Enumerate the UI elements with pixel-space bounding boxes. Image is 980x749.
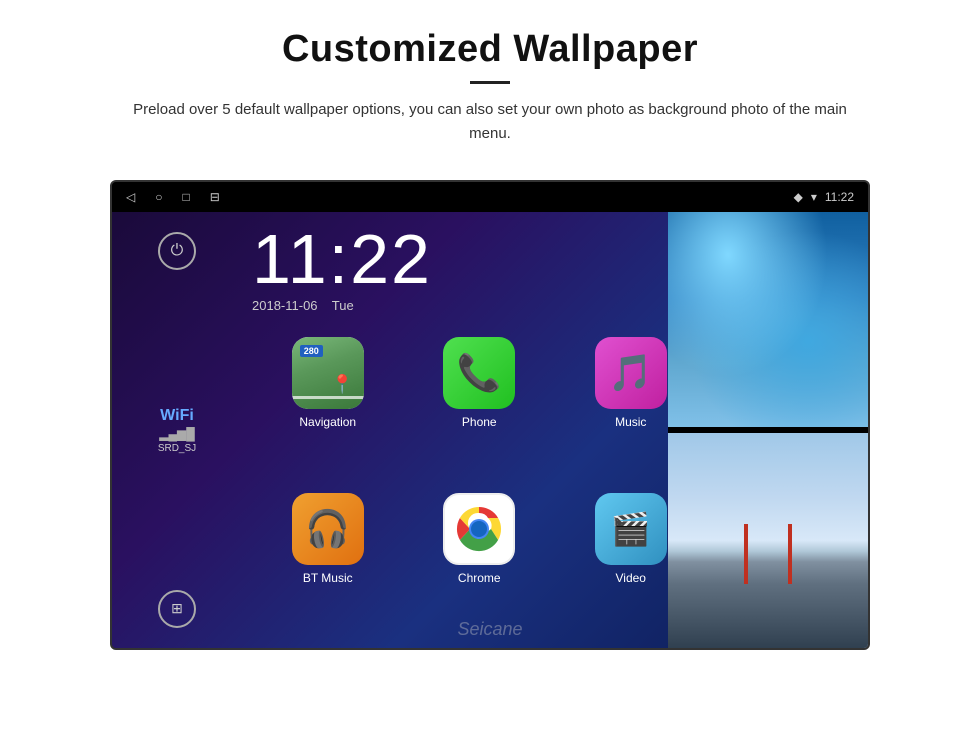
page-title: Customized Wallpaper <box>80 28 900 71</box>
app-item-btmusic[interactable]: 🎧 BT Music <box>252 485 404 641</box>
status-bar: ◁ ○ □ ⊟ ◆ ▾ 11:22 <box>112 182 868 212</box>
bridge-towers <box>744 524 792 584</box>
recents-icon[interactable]: □ <box>182 190 189 205</box>
status-time: 11:22 <box>825 190 854 204</box>
home-icon[interactable]: ○ <box>155 190 162 205</box>
app-label-btmusic: BT Music <box>303 571 353 585</box>
app-label-chrome: Chrome <box>458 571 501 585</box>
app-item-phone[interactable]: 📞 Phone <box>404 329 556 485</box>
title-divider <box>470 81 510 84</box>
app-item-chrome[interactable]: Chrome <box>404 485 556 641</box>
bridge-scene-image <box>668 433 868 648</box>
status-right: ◆ ▾ 11:22 <box>794 190 854 204</box>
btmusic-icon: 🎧 <box>292 493 364 565</box>
power-icon: ⏻ <box>171 242 184 260</box>
wifi-icon: ▾ <box>811 190 817 204</box>
back-icon[interactable]: ◁ <box>126 190 135 205</box>
wallpaper-photo-top <box>668 212 868 427</box>
nav-road <box>292 396 364 399</box>
app-label-video: Video <box>616 571 646 585</box>
video-clapper-icon: 🎬 <box>611 510 651 548</box>
app-label-phone: Phone <box>462 415 497 429</box>
wifi-label: WiFi <box>158 407 196 425</box>
grid-icon: ⊞ <box>171 601 183 618</box>
app-item-navigation[interactable]: 280 📍 Navigation <box>252 329 404 485</box>
app-label-music: Music <box>615 415 646 429</box>
screenshot-icon[interactable]: ⊟ <box>210 190 220 205</box>
wallpaper-photo-bottom <box>668 433 868 648</box>
screen-main: ⏻ WiFi ▂▄▆█ SRD_SJ ⊞ 11:22 <box>112 212 868 648</box>
nav-badge: 280 <box>300 345 323 357</box>
wifi-info: WiFi ▂▄▆█ SRD_SJ <box>158 407 196 454</box>
page-description: Preload over 5 default wallpaper options… <box>130 98 850 146</box>
phone-icon: 📞 <box>443 337 515 409</box>
sidebar: ⏻ WiFi ▂▄▆█ SRD_SJ ⊞ <box>112 212 242 648</box>
chrome-icon <box>443 493 515 565</box>
apps-grid-button[interactable]: ⊞ <box>158 590 196 628</box>
bridge-tower-right <box>788 524 792 584</box>
wifi-ssid: SRD_SJ <box>158 443 196 454</box>
chrome-svg <box>454 504 504 554</box>
overlay-photos <box>668 212 868 648</box>
video-icon: 🎬 <box>595 493 667 565</box>
nav-pin-icon: 📍 <box>331 374 353 395</box>
music-icon: 🎵 <box>595 337 667 409</box>
location-icon: ◆ <box>794 190 803 204</box>
device-wrapper: ◁ ○ □ ⊟ ◆ ▾ 11:22 ⏻ WiFi ▂▄▆█ SRD <box>0 180 980 650</box>
page-header: Customized Wallpaper Preload over 5 defa… <box>0 0 980 162</box>
bridge-tower-left <box>744 524 748 584</box>
navigation-icon: 280 📍 <box>292 337 364 409</box>
clock-block: 11:22 2018-11-06 Tue <box>252 224 692 313</box>
ice-cave-image <box>668 212 868 427</box>
app-label-navigation: Navigation <box>299 415 356 429</box>
power-button[interactable]: ⏻ <box>158 232 196 270</box>
clock-time: 11:22 <box>252 224 692 294</box>
android-device: ◁ ○ □ ⊟ ◆ ▾ 11:22 ⏻ WiFi ▂▄▆█ SRD <box>110 180 870 650</box>
wifi-bars: ▂▄▆█ <box>158 427 196 441</box>
clock-date: 2018-11-06 Tue <box>252 298 692 313</box>
nav-buttons: ◁ ○ □ ⊟ <box>126 190 220 205</box>
